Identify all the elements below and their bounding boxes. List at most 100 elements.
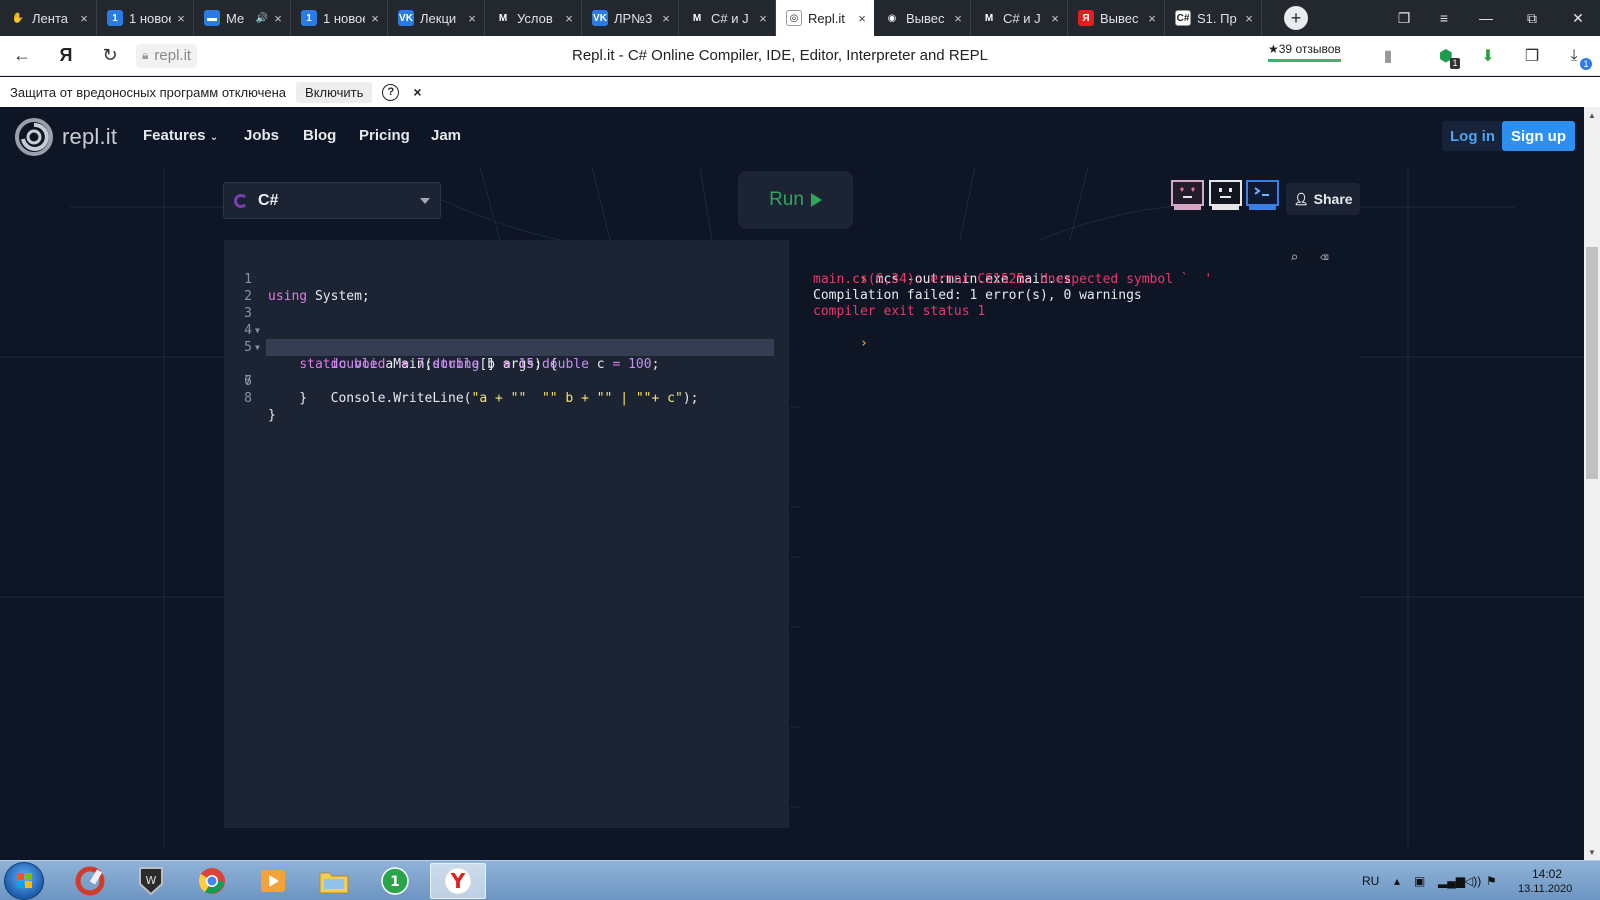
keyboard-language[interactable]: RU [1362,874,1379,888]
minimize-icon[interactable]: — [1468,0,1504,36]
page-scrollbar[interactable]: ▲ ▼ [1584,107,1600,860]
tab-close-icon[interactable]: × [1049,11,1061,26]
scroll-up-icon[interactable]: ▲ [1584,107,1600,123]
console-output[interactable]: ⌕ ⌫ › mcs -out:main.exe main.cs main.cs(… [800,240,1360,828]
back-icon[interactable]: ← [0,45,44,66]
url-field[interactable]: 🔒︎ repl.it [136,43,198,68]
chrome-icon[interactable] [184,863,240,899]
volume-icon[interactable]: ◁)) [1464,874,1481,888]
clock-time[interactable]: 14:02 [1532,867,1562,881]
lock-icon: 🔒︎ [142,48,149,62]
nav-features[interactable]: Features ⌄ [143,127,218,144]
mail-icon: M [495,10,511,26]
tab-close-icon[interactable]: × [757,11,769,26]
share-button[interactable]: 👤︎ Share [1286,183,1360,215]
nav-pricing[interactable]: Pricing [359,127,410,144]
tab-close-icon[interactable]: × [952,11,964,26]
tab-close-icon[interactable]: × [369,11,381,26]
browser-tab[interactable]: ✋ Лента × [0,0,97,36]
language-select[interactable]: C# [223,182,441,219]
nav-jobs[interactable]: Jobs [244,127,279,144]
close-window-icon[interactable]: ✕ [1560,0,1596,36]
code-line: 2 [244,289,252,304]
nav-jam[interactable]: Jam [431,127,461,144]
tray-expand-icon[interactable]: ▴ [1394,874,1400,888]
browser-tab[interactable]: ▬ Ме 🔊 × [194,0,291,36]
code-line: 5 double a = 7;double b = 15;double c = … [244,340,660,372]
tab-label: C# и J [711,10,749,26]
reviews-badge[interactable]: ★39 отзывов [1268,42,1341,62]
browser-tab[interactable]: ◉ Вывес × [874,0,971,36]
collections-icon[interactable]: ❒ [1520,44,1544,68]
signup-button[interactable]: Sign up [1502,121,1575,151]
scroll-thumb[interactable] [1586,247,1598,479]
heart-eyes-avatar-icon[interactable] [1170,179,1205,213]
file-explorer-icon[interactable] [306,863,362,899]
chat-icon: ▬ [204,10,220,26]
tab-close-icon[interactable]: × [466,11,478,26]
signal-icon[interactable]: ▂▄▆ [1438,874,1465,888]
browser-tab[interactable]: 1 1 новое × [291,0,388,36]
downloads-badge: 1 [1580,58,1592,70]
browser-tab[interactable]: VK ЛР№3 × [582,0,679,36]
new-tab-button[interactable]: + [1284,6,1308,30]
yandex-browser-taskbar-icon[interactable]: Y [430,863,486,899]
browser-tab[interactable]: ◎ Repl.it × [776,0,874,36]
hand-icon: ✋ [10,10,26,26]
browser-tab[interactable]: M Услов × [485,0,582,36]
tab-label: Repl.it [808,10,845,26]
network-adapter-icon[interactable]: ▣ [1414,874,1425,888]
ccleaner-icon[interactable] [62,863,118,899]
login-button[interactable]: Log in [1442,121,1503,151]
bookmark-icon[interactable]: ▮ [1376,44,1400,68]
browser-tab[interactable]: 1 1 новое × [97,0,194,36]
clear-console-icon[interactable]: ⌫ [1320,250,1328,266]
console-prompt[interactable]: › [813,320,868,351]
code-editor[interactable]: 1 using System; 2 3 ▼ class Program { 4 … [224,240,789,828]
tab-close-icon[interactable]: × [563,11,575,26]
browser-tab[interactable]: M C# и J × [971,0,1068,36]
page-title-display: Repl.it - C# Online Compiler, IDE, Edito… [571,47,988,64]
action-center-flag-icon[interactable]: ⚑ [1486,874,1497,888]
clock-date[interactable]: 13.11.2020 [1518,883,1572,895]
tab-close-icon[interactable]: × [660,11,672,26]
neutral-avatar-icon[interactable] [1208,179,1243,213]
replit-logo-icon [15,118,53,156]
enable-protection-button[interactable]: Включить [296,81,373,103]
browser-tab[interactable]: M C# и J × [679,0,776,36]
scroll-down-icon[interactable]: ▼ [1584,844,1600,860]
world-of-tanks-icon[interactable]: W [123,863,179,899]
replit-logo[interactable]: repl.it [14,117,117,157]
tab-close-icon[interactable]: × [78,11,90,26]
nav-blog[interactable]: Blog [303,127,336,144]
tab-close-icon[interactable]: × [1146,11,1158,26]
browser-tab[interactable]: VK Лекци × [388,0,485,36]
download-arrow-icon[interactable]: ⬇ [1476,44,1500,68]
code-avatar-icon[interactable] [1245,179,1280,213]
menu-icon[interactable]: ≡ [1426,0,1462,36]
logo-text: repl.it [62,124,118,149]
yandex-icon: Я [1078,10,1094,26]
reload-icon[interactable]: ↻ [88,45,132,66]
tab-manager-icon[interactable]: ❐ [1386,0,1422,36]
browser-tab[interactable]: Я Вывес × [1068,0,1165,36]
yandex-icon[interactable]: Я [44,45,88,66]
green-app-icon[interactable]: 1 [367,863,423,899]
windows-logo-icon [17,873,32,888]
help-icon[interactable]: ? [382,83,400,101]
speaker-icon[interactable]: 🔊 [256,13,268,24]
media-player-icon[interactable] [245,863,301,899]
tab-close-icon[interactable]: × [856,11,868,26]
search-icon[interactable]: ⌕ [1290,250,1298,266]
restore-icon[interactable]: ⧉ [1514,0,1550,36]
vk-icon: VK [398,10,414,26]
infobar-close-icon[interactable]: × [413,84,421,100]
tab-close-icon[interactable]: × [1243,11,1255,26]
infobar-message: Защита от вредоносных программ отключена [10,84,287,100]
tab-close-icon[interactable]: × [272,11,284,26]
browser-tab[interactable]: C# S1. Пр × [1165,0,1262,36]
start-button[interactable] [4,862,44,900]
replit-page: repl.it Features ⌄ Jobs Blog Pricing Jam… [0,107,1584,860]
run-button[interactable]: Run [738,171,853,229]
tab-close-icon[interactable]: × [175,11,187,26]
